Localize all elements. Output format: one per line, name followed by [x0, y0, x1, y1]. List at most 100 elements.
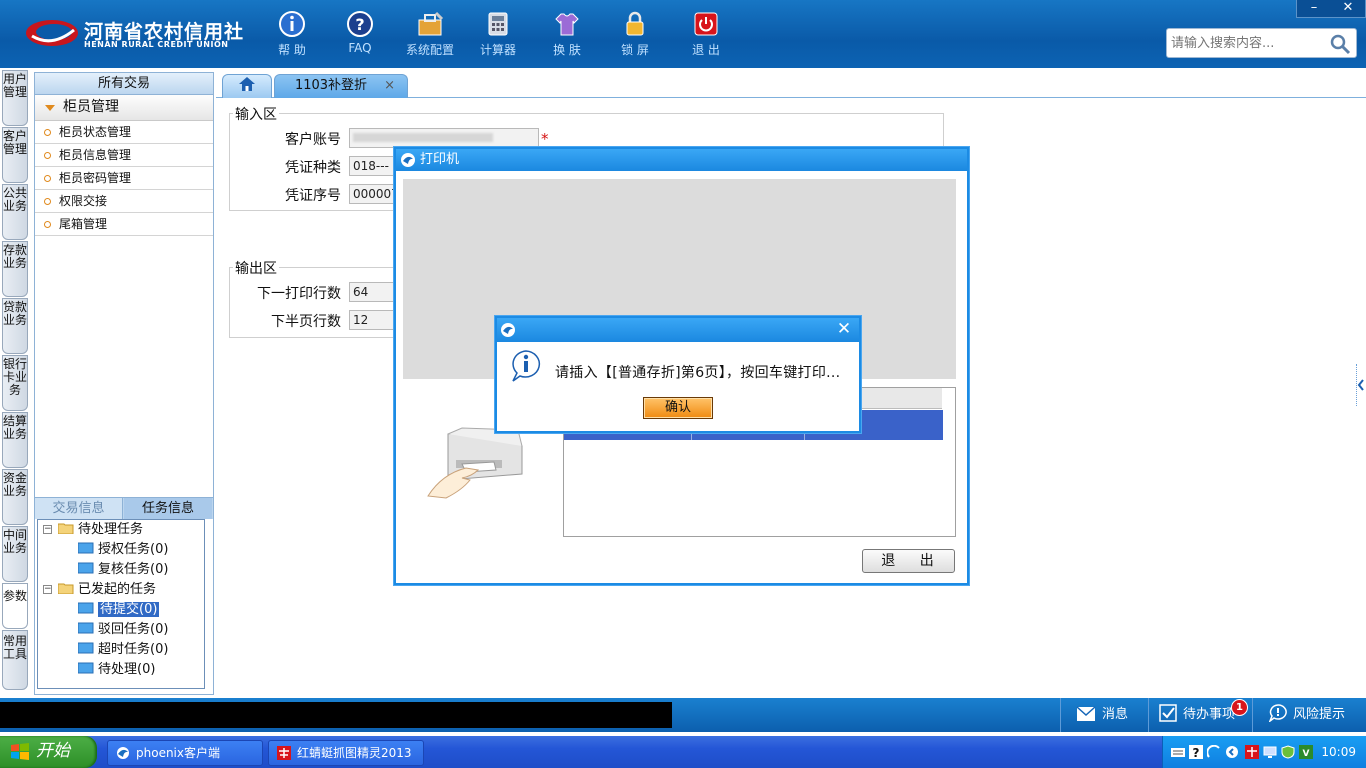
tree-node-to-submit[interactable]: 待提交(0) — [78, 600, 160, 620]
taskbar-app-screenshot-tool[interactable]: 红蜻蜓抓图精灵2013 — [268, 740, 424, 766]
display-icon[interactable] — [1263, 745, 1277, 759]
lock-screen-button[interactable]: 锁 屏 — [605, 10, 665, 60]
faq-button[interactable]: ? FAQ — [330, 10, 390, 60]
menu-item-label: 权限交接 — [59, 194, 108, 208]
tree-node-label: 复核任务(0) — [98, 562, 169, 577]
tree-node-rejected[interactable]: 驳回任务(0) — [78, 620, 168, 640]
folder-icon — [78, 622, 94, 634]
menu-item-permission-handover[interactable]: 权限交接 — [35, 190, 213, 213]
confirm-button[interactable]: 确认 — [643, 397, 713, 419]
system-config-label: 系统配置 — [405, 43, 454, 57]
tree-node-label: 超时任务(0) — [98, 642, 169, 657]
account-input[interactable] — [349, 128, 539, 148]
start-label: 开始 — [36, 741, 70, 761]
printer-exit-button[interactable]: 退 出 — [862, 549, 955, 573]
tree-node-review-task[interactable]: 复核任务(0) — [78, 560, 168, 580]
vtab-deposit-business[interactable]: 存款业务 — [2, 241, 28, 297]
risk-alert-button[interactable]: 风险提示 — [1252, 698, 1366, 732]
messages-button[interactable]: 消息 — [1060, 698, 1148, 732]
tree-node-label: 待处理任务 — [78, 522, 144, 537]
svg-text:V: V — [1303, 749, 1310, 759]
svg-text:?: ? — [1193, 746, 1200, 759]
calculator-button[interactable]: 计算器 — [468, 10, 528, 60]
skin-button[interactable]: 换 肤 — [537, 10, 597, 60]
task-tabs: 交易信息 任务信息 — [35, 497, 213, 519]
brand-name-en: HENAN RURAL CREDIT UNION — [84, 40, 229, 49]
network-icon[interactable] — [1207, 745, 1221, 759]
collapse-toggle[interactable]: − — [43, 585, 52, 594]
help-tray-icon[interactable]: ? — [1189, 745, 1203, 759]
vtab-public-business[interactable]: 公共业务 — [2, 184, 28, 240]
help-button[interactable]: 帮 助 — [262, 10, 322, 60]
bullet-icon — [44, 152, 51, 159]
keyboard-icon[interactable] — [1171, 745, 1185, 759]
tree-node-to-process[interactable]: 待处理(0) — [78, 660, 155, 680]
printer-dialog-title: 打印机 — [420, 152, 460, 167]
status-bar: 消息 待办事项 风险提示 — [0, 698, 1366, 732]
tab-task-info[interactable]: 任务信息 — [124, 498, 212, 519]
printer-dialog-titlebar: 打印机 — [396, 149, 967, 171]
faq-icon: ? — [347, 11, 373, 37]
start-button[interactable]: 开始 — [0, 736, 97, 768]
tree-node-initiated[interactable]: 已发起的任务 — [58, 580, 156, 600]
dragonfly-app-icon — [277, 746, 291, 760]
tree-node-pending[interactable]: 待处理任务 — [58, 520, 143, 540]
close-window-button[interactable]: ✕ — [1331, 0, 1365, 17]
search-icon[interactable] — [1329, 33, 1351, 55]
module-tabs: 用户管理 客户管理 公共业务 存款业务 贷款业务 银行卡业务 结算业务 资金业务… — [2, 70, 30, 695]
tree-node-timeout[interactable]: 超时任务(0) — [78, 640, 168, 660]
vtab-customer-management[interactable]: 客户管理 — [2, 127, 28, 183]
tab-home[interactable] — [222, 74, 272, 98]
windows-logo-icon — [11, 743, 29, 760]
phoenix-app-icon — [117, 747, 129, 759]
taskbar-app-phoenix[interactable]: phoenix客户端 — [107, 740, 263, 766]
task-tree: − 待处理任务 授权任务(0) 复核任务(0) − 已发起的任务 待提交(0) … — [37, 519, 205, 689]
vtab-user-management[interactable]: 用户管理 — [2, 70, 28, 126]
next-print-line-value: 64 — [349, 282, 395, 302]
menu-item-teller-info[interactable]: 柜员信息管理 — [35, 144, 213, 167]
tree-node-auth-task[interactable]: 授权任务(0) — [78, 540, 168, 560]
tree-node-label: 已发起的任务 — [78, 582, 157, 597]
all-transactions-header: 所有交易 — [35, 73, 213, 95]
voucher-serial-input[interactable]: 000007 — [349, 184, 395, 204]
antivirus-icon[interactable]: V — [1299, 745, 1313, 759]
collapse-toggle[interactable]: − — [43, 525, 52, 534]
menu-item-tail-box[interactable]: 尾箱管理 — [35, 213, 213, 236]
vtab-common-tools[interactable]: 常用工具 — [2, 630, 28, 690]
menu-item-teller-password[interactable]: 柜员密码管理 — [35, 167, 213, 190]
message-close-button[interactable]: ✕ — [835, 320, 853, 338]
voucher-type-label: 凭证种类 — [285, 160, 341, 176]
vtab-fund-business[interactable]: 资金业务 — [2, 469, 28, 525]
account-label: 客户账号 — [285, 132, 341, 148]
menu-item-teller-status[interactable]: 柜员状态管理 — [35, 121, 213, 144]
toolbox-icon — [418, 11, 444, 36]
tab-transaction-info[interactable]: 交易信息 — [35, 498, 123, 519]
vtab-parameters[interactable]: 参数 — [2, 583, 28, 629]
tree-node-label: 驳回任务(0) — [98, 622, 169, 637]
voucher-type-input[interactable]: 018--- — [349, 156, 395, 176]
tab-1103-passbook[interactable]: 1103补登折 × — [274, 74, 408, 98]
vtab-loan-business[interactable]: 贷款业务 — [2, 298, 28, 354]
expand-tray-icon[interactable] — [1225, 745, 1239, 759]
folder-icon — [78, 642, 94, 654]
tree-node-label: 待处理(0) — [98, 662, 156, 677]
shirt-icon — [555, 13, 579, 36]
menu-item-label: 柜员信息管理 — [59, 148, 132, 162]
risk-alert-label: 风险提示 — [1293, 707, 1346, 722]
teller-management-group[interactable]: 柜员管理 — [35, 95, 213, 121]
vtab-settlement-business[interactable]: 结算业务 — [2, 412, 28, 468]
system-config-button[interactable]: 系统配置 — [400, 10, 460, 60]
shield-icon[interactable] — [1281, 745, 1295, 759]
exit-button[interactable]: 退 出 — [676, 10, 736, 60]
vtab-bank-card-business[interactable]: 银行卡业务 — [2, 355, 28, 411]
folder-icon — [78, 542, 94, 554]
vtab-intermediary-business[interactable]: 中间业务 — [2, 526, 28, 582]
lower-half-lines-value: 12 — [349, 310, 395, 330]
minimize-button[interactable]: – — [1297, 0, 1331, 17]
dragonfly-tray-icon[interactable] — [1245, 745, 1259, 759]
help-label: 帮 助 — [278, 43, 306, 57]
lock-screen-label: 锁 屏 — [621, 43, 649, 57]
tab-close-icon[interactable]: × — [384, 75, 395, 97]
search-input[interactable] — [1171, 30, 1321, 56]
collapse-right-panel[interactable] — [1356, 364, 1364, 406]
